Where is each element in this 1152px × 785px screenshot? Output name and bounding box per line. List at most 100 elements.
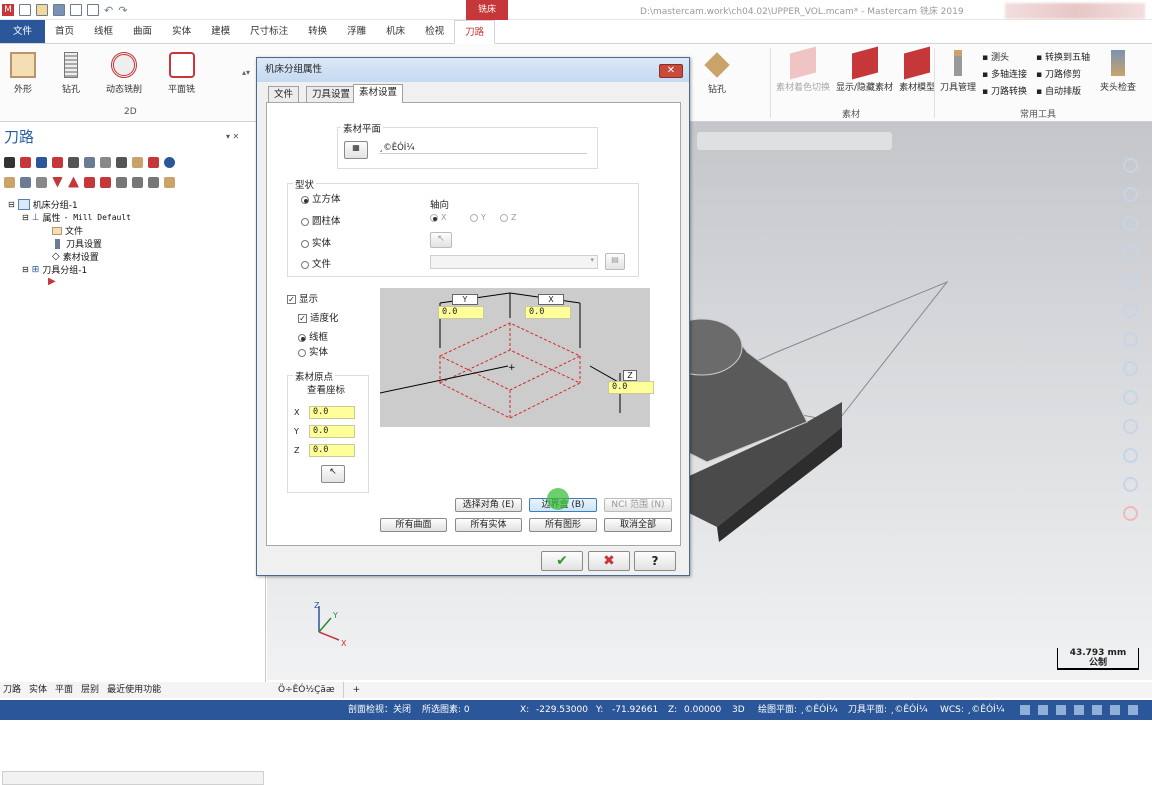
stack-icon[interactable] — [1123, 448, 1138, 463]
nci-extents-button[interactable]: NCI 范围 (N) — [604, 498, 672, 512]
clear-icon[interactable] — [1123, 506, 1138, 521]
stock-display-button[interactable]: 显示/隐藏素材 — [836, 46, 893, 93]
dim-x-field[interactable]: 0.0 — [525, 306, 571, 319]
undo-icon[interactable]: ↶ — [104, 4, 113, 17]
zoom-icon[interactable] — [1123, 158, 1138, 173]
delete-icon[interactable] — [148, 156, 159, 168]
drill-button[interactable]: 钻孔 — [704, 52, 730, 95]
tree-toolpath-group[interactable]: ⊟ ⊞ 刀具分组-1 — [22, 263, 87, 277]
high-speed-icon[interactable] — [132, 156, 143, 168]
grid-icon[interactable] — [1123, 419, 1138, 434]
tab-levels-manager[interactable]: 层别 — [81, 682, 99, 698]
nesting-button[interactable]: ▪ 自动排版 — [1036, 84, 1098, 97]
solid-select-button[interactable]: ↖ — [430, 232, 452, 248]
lock-icon[interactable] — [4, 176, 15, 188]
drill-2d-button[interactable]: 钻孔 — [62, 52, 80, 95]
hide-icon[interactable] — [1123, 303, 1138, 318]
tab-home[interactable]: 首页 — [45, 20, 84, 43]
move-up-icon[interactable] — [68, 176, 79, 188]
convert-5axis-button[interactable]: ▪ 转换到五轴 — [1036, 50, 1098, 63]
save-as-icon[interactable] — [87, 4, 99, 16]
all-surfaces-button[interactable]: 所有曲面 — [380, 518, 447, 532]
tab-planes-manager[interactable]: 平面 — [55, 682, 73, 698]
axis-y-radio[interactable]: Y — [470, 213, 486, 222]
add-viewsheet-icon[interactable]: + — [347, 685, 367, 695]
tool-manager-button[interactable]: 刀具管理 — [940, 50, 976, 93]
dim-y-field[interactable]: 0.0 — [438, 306, 484, 319]
section-view-status[interactable]: 剖面检视：关闭 — [348, 700, 411, 720]
wireframe-radio[interactable]: 线框 — [298, 329, 328, 343]
print-icon[interactable] — [70, 4, 82, 16]
tree-properties[interactable]: ⊟ ⊥ 属性 - Mill Default — [22, 211, 131, 225]
regen-selected-icon[interactable] — [36, 156, 47, 168]
axis-x-radio[interactable]: X — [430, 213, 446, 222]
window-controls[interactable] — [1005, 3, 1145, 19]
select-corners-button[interactable]: 选择对角 (E) — [455, 498, 522, 512]
tab-tool-settings[interactable]: 刀具设置 — [306, 86, 357, 102]
stock-shading-button[interactable]: 素材着色切换 — [776, 46, 830, 93]
holder-check-button[interactable]: 夹头检查 — [1100, 50, 1136, 93]
pan-icon[interactable] — [1123, 187, 1138, 202]
rotate-icon[interactable] — [1123, 216, 1138, 231]
help-button[interactable]: ? — [634, 551, 676, 571]
origin-x-field[interactable]: 0.0 — [309, 406, 355, 419]
fit-icon[interactable] — [1123, 245, 1138, 260]
ok-button[interactable]: ✔ — [541, 551, 583, 571]
open-file-icon[interactable] — [36, 4, 48, 16]
all-solids-button[interactable]: 所有实体 — [455, 518, 522, 532]
cancel-button[interactable]: ✖ — [588, 551, 630, 571]
tree-files[interactable]: 文件 — [52, 224, 83, 237]
redo-icon[interactable]: ↷ — [118, 4, 127, 17]
post-toggle-icon[interactable] — [36, 176, 47, 188]
stock-model-button[interactable]: 素材模型 — [899, 46, 935, 93]
axis-z-radio[interactable]: Z — [500, 213, 516, 222]
wcs-status[interactable]: WCS: ¸©ÊÓÍ¼ — [940, 700, 1004, 720]
tree-machine-group[interactable]: ⊟ 机床分组-1 — [8, 198, 78, 211]
shape-file-radio[interactable]: 文件 — [301, 256, 331, 270]
render-mode-icons[interactable] — [1020, 705, 1146, 715]
post-icon[interactable] — [116, 156, 127, 168]
single-display-icon[interactable] — [116, 176, 127, 188]
trim-toolpath-button[interactable]: ▪ 刀路修剪 — [1036, 67, 1098, 80]
color-icon[interactable] — [1123, 477, 1138, 492]
tab-toolpaths[interactable]: 刀路 — [454, 20, 496, 44]
verify-icon[interactable] — [84, 156, 95, 168]
tab-recent-functions[interactable]: 最近使用功能 — [107, 682, 161, 698]
tab-files[interactable]: 文件 — [268, 86, 300, 102]
tab-machine[interactable]: 机床 — [376, 20, 415, 43]
all-entities-button[interactable]: 所有图形 — [529, 518, 597, 532]
tplane-status[interactable]: 刀具平面: ¸©ÊÓÍ¼ — [848, 700, 928, 720]
help-icon[interactable] — [164, 156, 175, 168]
stock-plane-select-button[interactable]: ▦ — [344, 141, 368, 159]
dynamic-mill-button[interactable]: 动态铣削 — [106, 52, 142, 95]
tab-surfaces[interactable]: 曲面 — [123, 20, 162, 43]
unselect-all-button[interactable]: 取消全部 — [604, 518, 672, 532]
file-path-dropdown[interactable]: ▾ — [430, 255, 598, 269]
scroll-insert-icon[interactable] — [100, 176, 111, 188]
transform-toolpath-button[interactable]: ▪ 刀路转换 — [982, 84, 1036, 97]
display-checkbox[interactable]: ✓ 显示 — [287, 291, 318, 305]
contour-button[interactable]: 外形 — [10, 52, 36, 95]
tab-relief[interactable]: 浮雕 — [337, 20, 376, 43]
simulate-icon[interactable] — [100, 156, 111, 168]
fit-checkbox[interactable]: ✓ 适度化 — [298, 310, 339, 324]
tab-stock-setup[interactable]: 素材设置 — [353, 84, 404, 103]
file-browse-button[interactable]: ▤ — [605, 253, 625, 270]
tab-solids[interactable]: 实体 — [162, 20, 201, 43]
tab-view[interactable]: 检视 — [415, 20, 454, 43]
new-file-icon[interactable] — [19, 4, 31, 16]
viewsheet-tab-main[interactable]: Ö÷ÊÓ½Çãæ — [270, 682, 344, 698]
ribbon-gallery-scroll-icon[interactable]: ▴▾ — [242, 68, 250, 77]
tab-file[interactable]: 文件 — [0, 20, 46, 43]
shape-solid-radio[interactable]: 实体 — [301, 235, 331, 249]
view-toolbar[interactable] — [697, 132, 892, 150]
layer-icon[interactable] — [1123, 390, 1138, 405]
tab-model[interactable]: 建模 — [201, 20, 240, 43]
regen-invalid-icon[interactable] — [52, 156, 63, 168]
origin-y-field[interactable]: 0.0 — [309, 425, 355, 438]
analyze-icon[interactable] — [1123, 361, 1138, 376]
horizontal-scrollbar[interactable] — [2, 771, 264, 785]
tool-icon[interactable] — [164, 176, 175, 188]
panel-pin-icon[interactable]: ▾ ✕ — [226, 132, 239, 141]
options-icon[interactable] — [148, 176, 159, 188]
